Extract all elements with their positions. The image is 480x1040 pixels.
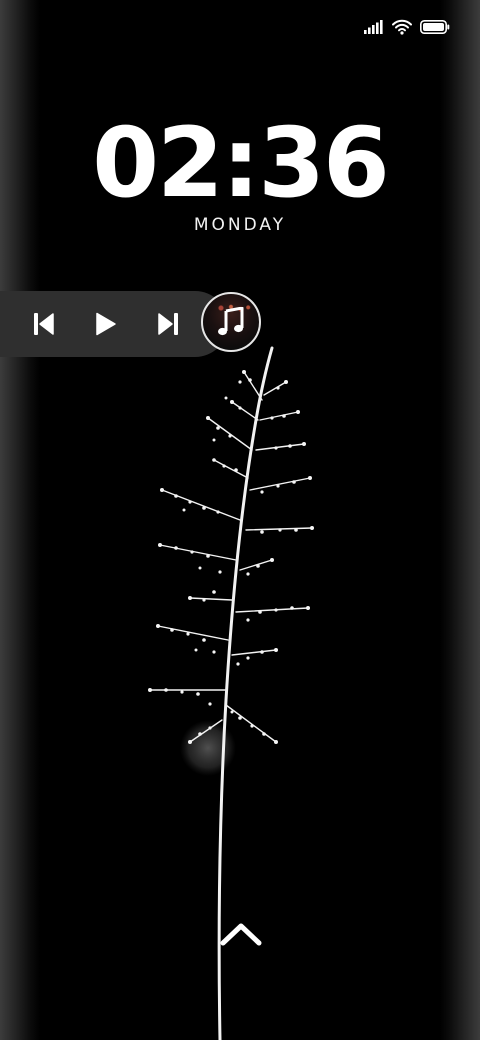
- status-bar: [364, 16, 450, 38]
- skip-next-icon: [158, 313, 178, 335]
- bokeh-light: [180, 720, 236, 776]
- play-icon: [96, 312, 116, 336]
- play-button[interactable]: [84, 302, 128, 346]
- lock-screen: 02:36 MONDAY: [0, 0, 480, 1040]
- chevron-up-icon: [220, 923, 262, 946]
- skip-previous-icon: [34, 313, 54, 335]
- album-art-button[interactable]: [201, 292, 261, 352]
- wifi-icon: [392, 19, 412, 35]
- media-controls-bar: [0, 291, 228, 357]
- lock-screen-clock: 02:36: [92, 107, 390, 219]
- lock-screen-day: MONDAY: [193, 215, 287, 235]
- cellular-signal-icon: [364, 20, 383, 34]
- skip-next-button[interactable]: [146, 302, 190, 346]
- skip-previous-button[interactable]: [22, 302, 66, 346]
- swipe-up-handle[interactable]: [214, 912, 268, 956]
- battery-icon: [420, 20, 450, 34]
- music-note-icon: [218, 307, 244, 336]
